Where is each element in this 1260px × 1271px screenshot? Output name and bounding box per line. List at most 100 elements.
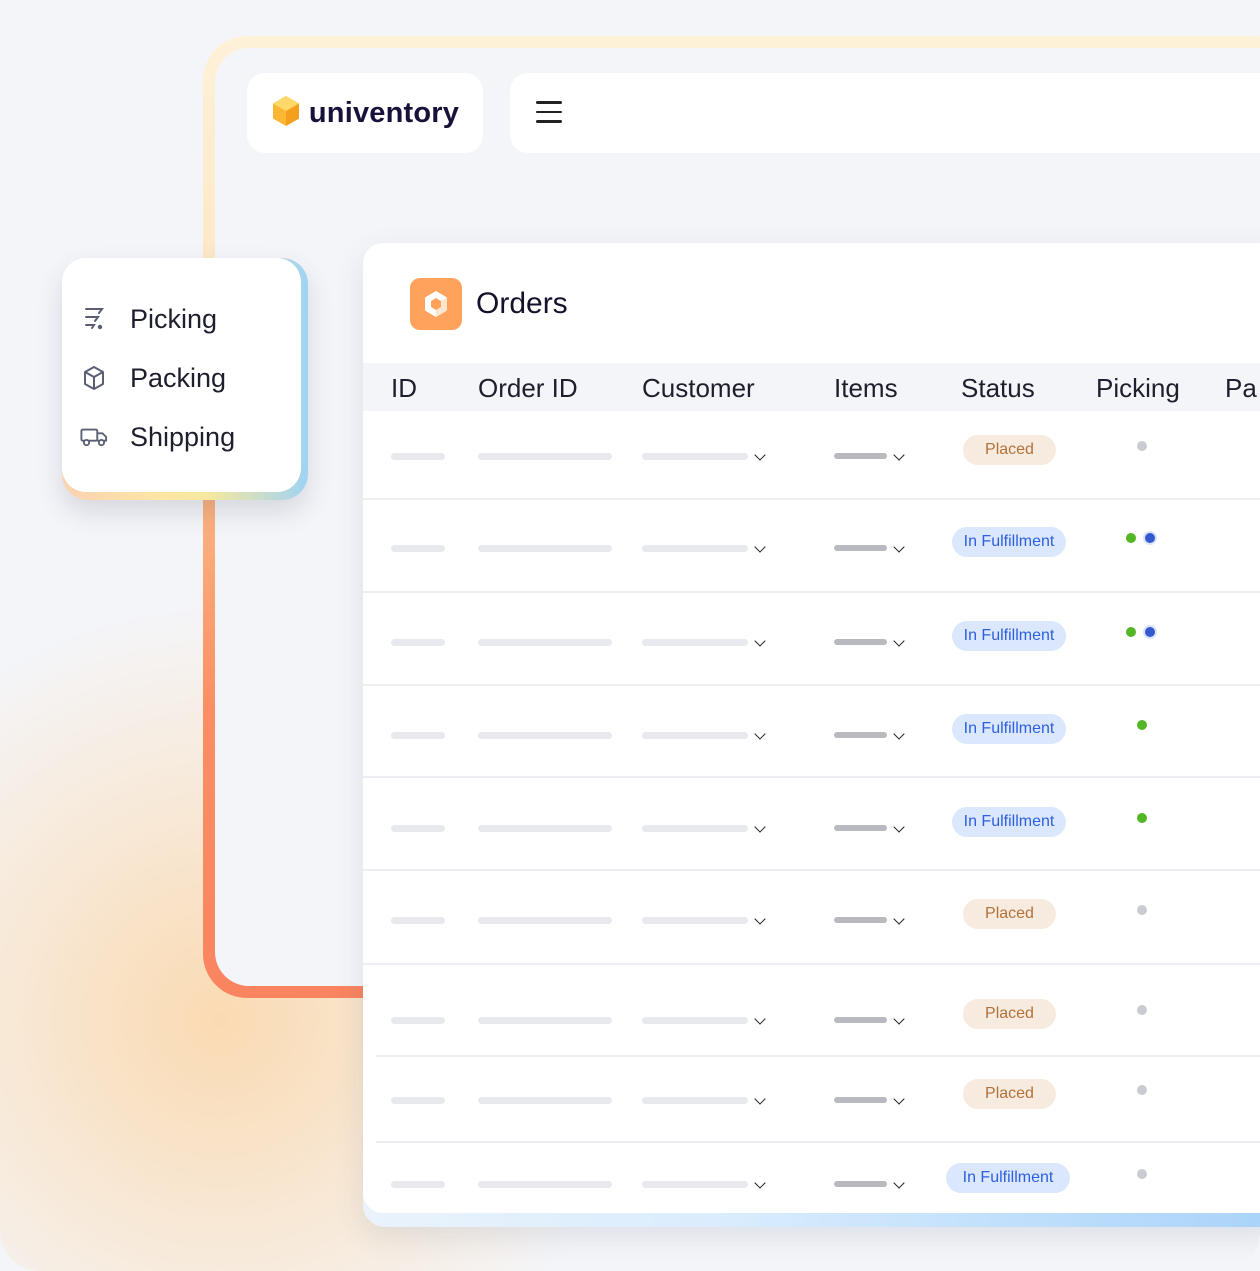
customer-chevron-down-icon[interactable] (754, 728, 766, 740)
customer-placeholder (642, 453, 748, 460)
background: univentory Orders ID Order ID Customer I… (0, 0, 1260, 1271)
order-id-placeholder (478, 639, 612, 646)
customer-chevron-down-icon[interactable] (754, 541, 766, 553)
row-divider (363, 498, 1260, 500)
items-placeholder (834, 825, 887, 831)
customer-chevron-down-icon[interactable] (754, 913, 766, 925)
hamburger-menu-icon[interactable] (536, 101, 562, 125)
items-placeholder (834, 639, 887, 645)
items-placeholder (834, 1017, 887, 1023)
customer-chevron-down-icon[interactable] (754, 635, 766, 647)
workflow-menu: Picking Packing Shipping (62, 258, 308, 500)
customer-placeholder (642, 732, 748, 739)
customer-chevron-down-icon[interactable] (754, 821, 766, 833)
id-placeholder (391, 453, 445, 460)
row-divider (363, 963, 1260, 965)
picking-status-dot (1137, 813, 1147, 823)
items-chevron-down-icon[interactable] (893, 449, 905, 461)
order-id-placeholder (478, 825, 612, 832)
items-placeholder (834, 545, 887, 551)
menu-item-label: Packing (130, 362, 227, 393)
order-id-placeholder (478, 1097, 612, 1104)
order-id-placeholder (478, 1181, 612, 1188)
status-badge: Placed (963, 899, 1056, 929)
id-placeholder (391, 732, 445, 739)
column-header-customer[interactable]: Customer (642, 373, 755, 404)
customer-chevron-down-icon[interactable] (754, 449, 766, 461)
status-badge: In Fulfillment (952, 621, 1066, 651)
table-header: ID Order ID Customer Items Status Pickin… (363, 363, 1260, 411)
column-header-packing[interactable]: Pa (1225, 373, 1257, 404)
logo-icon (271, 95, 301, 132)
order-id-placeholder (478, 917, 612, 924)
picking-status-dot (1137, 1085, 1147, 1095)
orders-panel: Orders ID Order ID Customer Items Status… (363, 243, 1260, 1227)
status-badge: In Fulfillment (946, 1163, 1070, 1193)
customer-chevron-down-icon[interactable] (754, 1013, 766, 1025)
id-placeholder (391, 545, 445, 552)
picking-status-dot (1145, 627, 1155, 637)
picking-status-dot (1126, 533, 1136, 543)
customer-placeholder (642, 1181, 748, 1188)
picking-status-dot (1137, 1005, 1147, 1015)
status-badge: In Fulfillment (952, 807, 1066, 837)
column-header-items[interactable]: Items (834, 373, 898, 404)
menu-item-shipping[interactable]: Shipping (80, 417, 235, 457)
id-placeholder (391, 639, 445, 646)
logo-card[interactable]: univentory (247, 73, 483, 153)
picking-status-dot (1137, 905, 1147, 915)
status-badge: Placed (963, 435, 1056, 465)
items-chevron-down-icon[interactable] (893, 728, 905, 740)
items-chevron-down-icon[interactable] (893, 821, 905, 833)
items-placeholder (834, 917, 887, 923)
status-badge: Placed (963, 999, 1056, 1029)
items-placeholder (834, 1097, 887, 1103)
id-placeholder (391, 1017, 445, 1024)
customer-placeholder (642, 1097, 748, 1104)
customer-placeholder (642, 825, 748, 832)
column-header-status[interactable]: Status (961, 373, 1035, 404)
customer-placeholder (642, 917, 748, 924)
items-chevron-down-icon[interactable] (893, 541, 905, 553)
customer-placeholder (642, 1017, 748, 1024)
customer-placeholder (642, 545, 748, 552)
page-title: Orders (476, 287, 568, 320)
picking-status-dot (1145, 533, 1155, 543)
row-divider (363, 869, 1260, 871)
picking-icon (80, 305, 108, 333)
column-header-id[interactable]: ID (391, 373, 417, 404)
box-icon (80, 364, 108, 392)
customer-placeholder (642, 639, 748, 646)
brand-name: univentory (308, 96, 460, 129)
menu-item-label: Shipping (130, 421, 236, 452)
top-bar (510, 73, 1260, 153)
orders-box-icon (410, 278, 462, 330)
picking-status-dot (1137, 441, 1147, 451)
order-id-placeholder (478, 453, 612, 460)
id-placeholder (391, 1097, 445, 1104)
row-divider (376, 1141, 1260, 1143)
truck-icon (80, 423, 108, 451)
items-chevron-down-icon[interactable] (893, 1093, 905, 1105)
column-header-picking[interactable]: Picking (1096, 373, 1180, 404)
customer-chevron-down-icon[interactable] (754, 1093, 766, 1105)
items-placeholder (834, 1181, 887, 1187)
menu-item-picking[interactable]: Picking (80, 299, 217, 339)
menu-item-packing[interactable]: Packing (80, 358, 226, 398)
items-chevron-down-icon[interactable] (893, 1013, 905, 1025)
customer-chevron-down-icon[interactable] (754, 1177, 766, 1189)
items-placeholder (834, 453, 887, 459)
order-id-placeholder (478, 732, 612, 739)
items-chevron-down-icon[interactable] (893, 913, 905, 925)
orders-card: Orders ID Order ID Customer Items Status… (363, 243, 1260, 1213)
row-divider (363, 684, 1260, 686)
column-header-order-id[interactable]: Order ID (478, 373, 578, 404)
items-placeholder (834, 732, 887, 738)
menu-item-label: Picking (130, 303, 218, 334)
order-id-placeholder (478, 1017, 612, 1024)
picking-status-dot (1137, 1169, 1147, 1179)
workflow-menu-card: Picking Packing Shipping (62, 258, 301, 492)
items-chevron-down-icon[interactable] (893, 1177, 905, 1189)
items-chevron-down-icon[interactable] (893, 635, 905, 647)
id-placeholder (391, 825, 445, 832)
